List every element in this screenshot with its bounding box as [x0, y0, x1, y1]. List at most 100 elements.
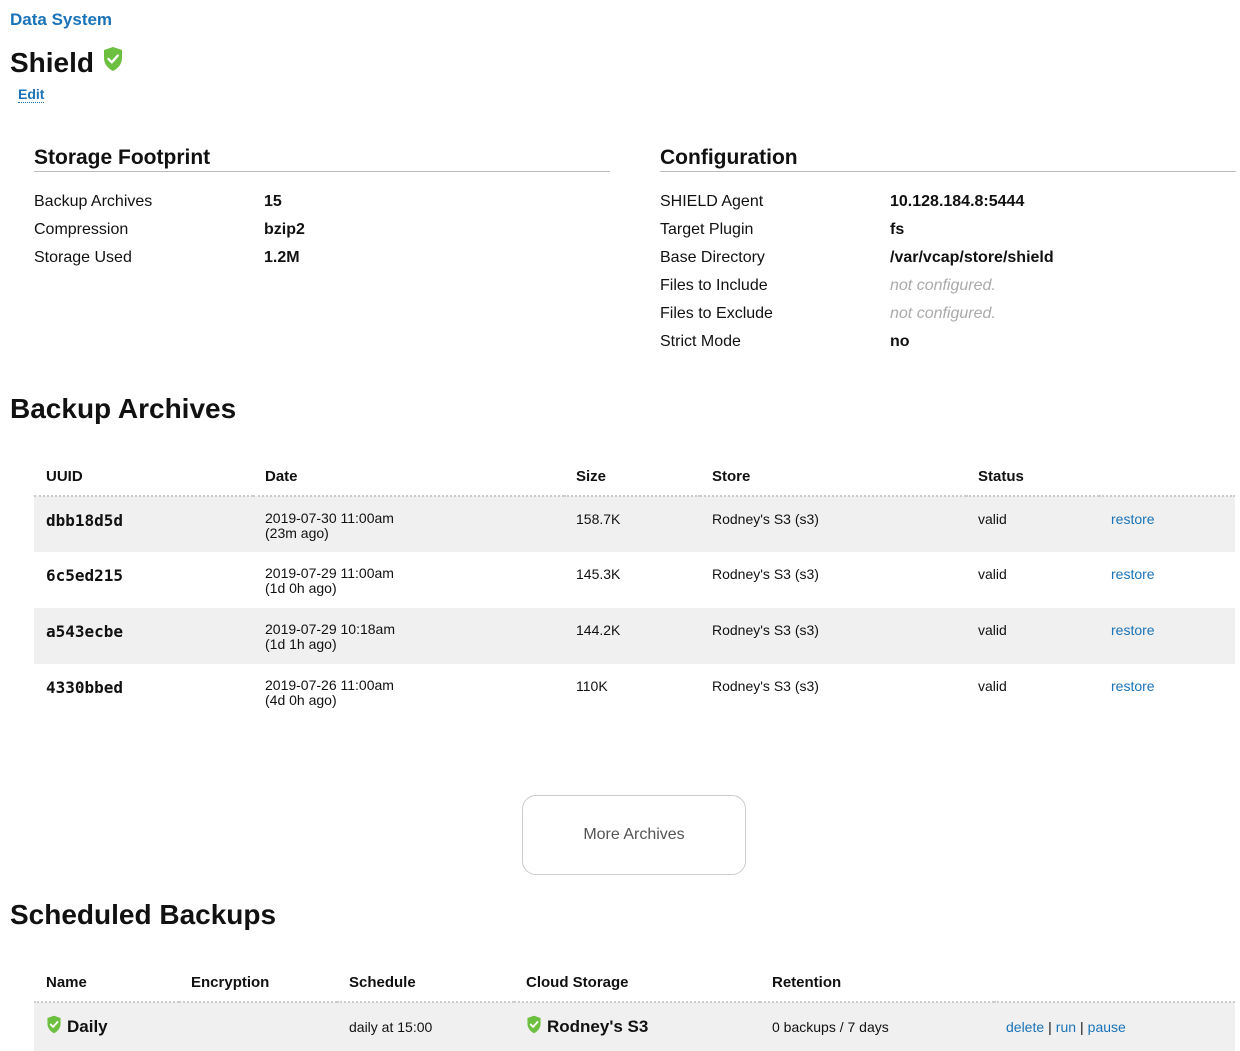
- storage-row: Backup Archives 15: [34, 188, 610, 216]
- job-name: Daily: [67, 1017, 108, 1036]
- archive-status: valid: [978, 566, 1007, 582]
- shield-check-icon: [526, 1015, 542, 1039]
- column-header-name: Name: [34, 963, 179, 1003]
- table-row: dbb18d5d 2019-07-30 11:00am (23m ago) 158…: [34, 496, 1235, 552]
- archive-store: Rodney's S3 (s3): [712, 678, 819, 694]
- shield-check-icon: [46, 1015, 62, 1039]
- backup-archives-heading: Backup Archives: [10, 393, 237, 424]
- column-header-cloud-storage: Cloud Storage: [514, 963, 760, 1003]
- table-row: Daily daily at 15:00 Rodney's S3 0 backu…: [34, 1002, 1235, 1051]
- config-label: Target Plugin: [660, 221, 754, 238]
- archive-date: 2019-07-26 11:00am (4d 0h ago): [253, 664, 564, 720]
- config-label: Files to Include: [660, 277, 768, 294]
- storage-label: Compression: [34, 221, 129, 238]
- config-row: Files to Exclude not configured.: [660, 300, 1236, 328]
- archive-uuid: 6c5ed215: [46, 566, 124, 585]
- archive-date: 2019-07-30 11:00am (23m ago): [253, 496, 564, 552]
- page-header: Shield: [10, 46, 124, 79]
- pause-link[interactable]: pause: [1088, 1019, 1126, 1035]
- config-value: fs: [890, 221, 905, 238]
- table-row: a543ecbe 2019-07-29 10:18am (1d 1h ago) 1…: [34, 608, 1235, 664]
- column-header-actions: [994, 963, 1235, 1003]
- archive-date-ago: (4d 0h ago): [265, 692, 337, 708]
- action-separator: |: [1080, 1019, 1084, 1035]
- table-row: 6c5ed215 2019-07-29 11:00am (1d 0h ago) 1…: [34, 552, 1235, 608]
- storage-value: 1.2M: [264, 249, 300, 266]
- scheduled-backups-table: Name Encryption Schedule Cloud Storage R…: [34, 963, 1235, 1051]
- configuration-heading: Configuration: [660, 146, 1236, 172]
- archive-uuid: dbb18d5d: [34, 496, 253, 552]
- restore-link[interactable]: restore: [1111, 566, 1155, 582]
- storage-label: Backup Archives: [34, 193, 153, 210]
- archive-store: Rodney's S3 (s3): [700, 608, 966, 664]
- more-archives-button[interactable]: More Archives: [522, 795, 746, 875]
- config-row: Base Directory/var/vcap/store/shield: [660, 244, 1236, 272]
- column-header-encryption: Encryption: [179, 963, 337, 1003]
- config-row: Strict Mode no: [660, 328, 1236, 356]
- archive-date-ago: (23m ago): [265, 525, 329, 541]
- column-header-status: Status: [966, 457, 1099, 497]
- column-header-actions: [1099, 457, 1235, 497]
- storage-label: Storage Used: [34, 249, 132, 266]
- column-header-size: Size: [564, 457, 700, 497]
- column-header-store: Store: [700, 457, 966, 497]
- edit-link[interactable]: Edit: [18, 86, 45, 103]
- configuration-panel: Configuration SHIELD Agent 10.128.184.8:5…: [660, 146, 1236, 356]
- job-cloud-storage: Rodney's S3: [547, 1017, 649, 1036]
- config-row: Files to Include not configured.: [660, 272, 1236, 300]
- storage-footprint-heading: Storage Footprint: [34, 146, 610, 172]
- config-row: SHIELD Agent 10.128.184.8:5444: [660, 188, 1236, 216]
- storage-value: 15: [264, 193, 282, 210]
- shield-check-icon: [102, 46, 124, 77]
- archive-uuid: a543ecbe: [34, 608, 253, 664]
- table-header-row: Name Encryption Schedule Cloud Storage R…: [34, 963, 1235, 1003]
- archive-date-ago: (1d 0h ago): [265, 580, 337, 596]
- job-cloud-storage-cell: Rodney's S3: [514, 1002, 760, 1051]
- archive-date-value: 2019-07-29 10:18am: [265, 621, 395, 637]
- archive-date-value: 2019-07-26 11:00am: [265, 677, 394, 693]
- job-encryption: [179, 1002, 337, 1051]
- archive-status: valid: [966, 608, 1099, 664]
- archive-date: 2019-07-29 10:18am (1d 1h ago): [253, 608, 564, 664]
- config-row: Target Plugin fs: [660, 216, 1236, 244]
- config-value: /var/vcap/store/shield: [890, 249, 1054, 266]
- config-label: SHIELD Agent: [660, 193, 764, 210]
- job-name-cell: Daily: [34, 1002, 179, 1051]
- restore-link[interactable]: restore: [1111, 622, 1155, 638]
- backup-archives-table: UUID Date Size Store Status dbb18d5d 201…: [34, 457, 1235, 720]
- archive-date-ago: (1d 1h ago): [265, 636, 337, 652]
- config-value: not configured.: [890, 305, 996, 322]
- column-header-retention: Retention: [760, 963, 994, 1003]
- archive-status: valid: [966, 496, 1099, 552]
- scheduled-backups-heading: Scheduled Backups: [10, 899, 277, 930]
- archive-store: Rodney's S3 (s3): [712, 566, 819, 582]
- archive-status: valid: [978, 678, 1007, 694]
- storage-footprint-panel: Storage Footprint Backup Archives 15 Comp…: [34, 146, 610, 272]
- job-actions: delete | run | pause: [994, 1002, 1235, 1051]
- archive-size: 158.7K: [564, 496, 700, 552]
- action-separator: |: [1048, 1019, 1052, 1035]
- archive-uuid: 4330bbed: [46, 678, 124, 697]
- archive-size: 110K: [576, 678, 608, 694]
- archive-size: 145.3K: [576, 566, 621, 582]
- config-value: no: [890, 333, 910, 350]
- config-value: not configured.: [890, 277, 996, 294]
- job-schedule: daily at 15:00: [337, 1002, 514, 1051]
- archive-date: 2019-07-29 11:00am (1d 0h ago): [253, 552, 564, 608]
- archive-size: 144.2K: [564, 608, 700, 664]
- column-header-schedule: Schedule: [337, 963, 514, 1003]
- restore-link[interactable]: restore: [1111, 678, 1155, 694]
- archive-store: Rodney's S3 (s3): [700, 496, 966, 552]
- breadcrumb[interactable]: Data System: [10, 10, 112, 30]
- config-value: 10.128.184.8:5444: [890, 193, 1025, 210]
- table-header-row: UUID Date Size Store Status: [34, 457, 1235, 497]
- restore-link[interactable]: restore: [1111, 511, 1155, 527]
- column-header-date: Date: [253, 457, 564, 497]
- storage-value: bzip2: [264, 221, 305, 238]
- run-link[interactable]: run: [1056, 1019, 1076, 1035]
- archive-date-value: 2019-07-30 11:00am: [265, 510, 394, 526]
- config-label: Base Directory: [660, 249, 765, 266]
- storage-row: Storage Used 1.2M: [34, 244, 610, 272]
- delete-link[interactable]: delete: [1006, 1019, 1044, 1035]
- storage-row: Compression bzip2: [34, 216, 610, 244]
